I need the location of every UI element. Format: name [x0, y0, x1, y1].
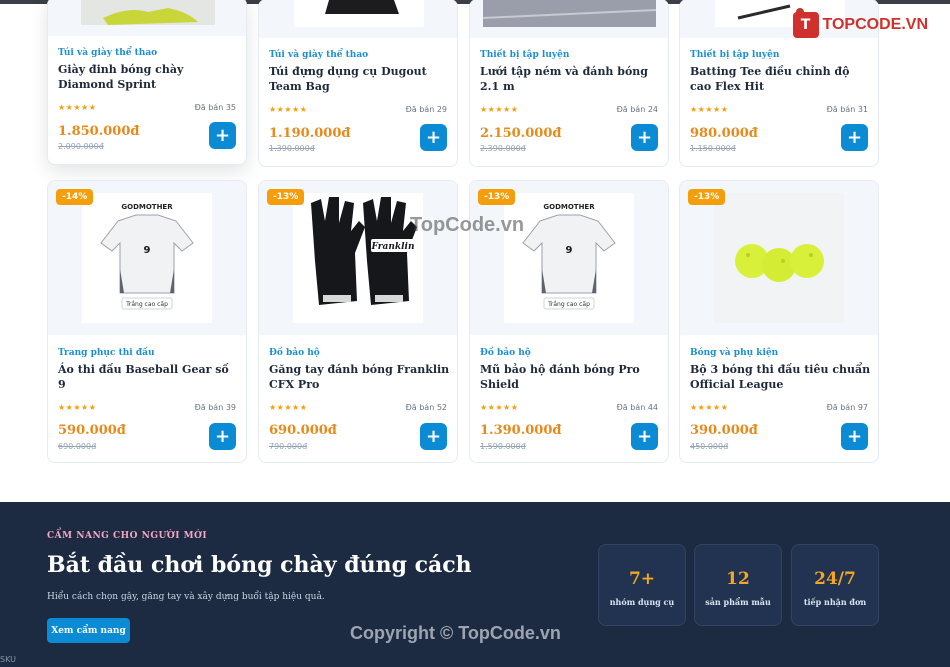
product-title[interactable]: Áo thi đấu Baseball Gear số 9	[58, 362, 240, 392]
sold-count: Đã bán 31	[826, 105, 868, 114]
rating-stars: ★★★★★	[58, 103, 97, 112]
banner-title: Bắt đầu chơi bóng chày đúng cách	[47, 552, 472, 578]
product-category[interactable]: Đồ bảo hộ	[269, 348, 320, 358]
product-title[interactable]: Bộ 3 bóng thi đấu tiêu chuẩn Official Le…	[690, 362, 872, 392]
product-title[interactable]: Batting Tee điều chỉnh độ cao Flex Hit	[690, 64, 872, 94]
old-price: 1.150.000đ	[690, 144, 736, 153]
stat-label: sản phẩm mẫu	[705, 597, 771, 607]
sold-count: Đã bán 35	[194, 103, 236, 112]
copyright-watermark: Copyright © TopCode.vn	[350, 623, 561, 643]
topcode-logo-text: TOPCODE.VN	[822, 16, 929, 33]
sold-count: Đã bán 29	[405, 105, 447, 114]
product-price: 1.390.000đ	[480, 423, 562, 438]
sold-count: Đã bán 97	[826, 403, 868, 412]
stat-value: 12	[726, 569, 750, 589]
discount-badge: -13%	[267, 189, 305, 205]
glove-brand: Franklin	[371, 242, 415, 252]
rating-stars: ★★★★★	[690, 105, 729, 114]
jersey-brand: GODMOTHER	[121, 203, 173, 211]
rating-stars: ★★★★★	[690, 403, 729, 412]
jersey-caption: Trắng cao cấp	[125, 301, 168, 308]
discount-badge: -13%	[478, 189, 516, 205]
add-to-cart-button[interactable]: +	[631, 423, 658, 450]
product-price: 390.000đ	[690, 423, 758, 438]
rating-stars: ★★★★★	[480, 403, 519, 412]
product-image	[470, 0, 668, 38]
product-category[interactable]: Bóng và phụ kiện	[690, 348, 778, 358]
discount-badge: -13%	[688, 189, 726, 205]
product-title[interactable]: Mũ bảo hộ đánh bóng Pro Shield	[480, 362, 662, 392]
product-card[interactable]: Túi và giày thể thao Giày đinh bóng chày…	[47, 0, 247, 165]
add-to-cart-button[interactable]: +	[841, 423, 868, 450]
rating-stars: ★★★★★	[269, 105, 308, 114]
banner-subtitle: Hiểu cách chọn gậy, găng tay và xây dựng…	[47, 592, 325, 602]
view-guide-button[interactable]: Xem cẩm nang	[47, 618, 130, 643]
jersey-number: 9	[144, 245, 151, 256]
product-title[interactable]: Giày đinh bóng chày Diamond Sprint	[58, 62, 240, 92]
sold-count: Đã bán 24	[616, 105, 658, 114]
old-price: 450.000đ	[690, 442, 729, 451]
product-price: 590.000đ	[58, 423, 126, 438]
add-to-cart-button[interactable]: +	[841, 124, 868, 151]
add-to-cart-button[interactable]: +	[420, 124, 447, 151]
stat-card: 12 sản phẩm mẫu	[694, 544, 782, 626]
product-category[interactable]: Trang phục thi đấu	[58, 348, 155, 358]
add-to-cart-button[interactable]: +	[420, 423, 447, 450]
product-category[interactable]: Túi và giày thể thao	[58, 48, 157, 58]
product-category[interactable]: Thiết bị tập luyện	[480, 50, 569, 60]
topcode-logo-icon: T	[792, 12, 819, 38]
jersey-number: 9	[566, 245, 573, 256]
add-to-cart-button[interactable]: +	[209, 423, 236, 450]
product-price: 980.000đ	[690, 126, 758, 141]
stat-value: 24/7	[814, 569, 856, 589]
jersey-caption: Trắng cao cấp	[547, 301, 590, 308]
cleats-image	[81, 0, 215, 25]
sold-count: Đã bán 39	[194, 403, 236, 412]
product-card[interactable]: GODMOTHER 9 Trắng cao cấp -14% Trang phụ…	[47, 180, 247, 463]
product-card[interactable]: Túi và giày thể thao Túi đựng dụng cụ Du…	[258, 0, 458, 167]
product-title[interactable]: Găng tay đánh bóng Franklin CFX Pro	[269, 362, 451, 392]
product-category[interactable]: Đồ bảo hộ	[480, 348, 531, 358]
sold-count: Đã bán 44	[616, 403, 658, 412]
bag-image	[294, 0, 424, 27]
old-price: 1.390.000đ	[269, 144, 315, 153]
stat-value: 7+	[628, 569, 656, 589]
old-price: 2.390.000đ	[480, 144, 526, 153]
watermark-text: TopCode.vn	[410, 214, 525, 236]
rating-stars: ★★★★★	[269, 403, 308, 412]
guide-banner: CẨM NANG CHO NGƯỜI MỚI Bắt đầu chơi bóng…	[0, 502, 950, 667]
product-image	[48, 0, 246, 36]
product-image	[259, 0, 457, 38]
rating-stars: ★★★★★	[58, 403, 97, 412]
product-price: 1.190.000đ	[269, 126, 351, 141]
net-image	[482, 0, 657, 27]
stat-card: 7+ nhóm dụng cụ	[598, 544, 686, 626]
topcode-logo: T TOPCODE.VN	[792, 10, 929, 40]
corner-text: SKU	[0, 655, 16, 664]
old-price: 2.090.000đ	[58, 142, 104, 151]
discount-badge: -14%	[56, 189, 94, 205]
product-price: 690.000đ	[269, 423, 337, 438]
product-title[interactable]: Lưới tập ném và đánh bóng 2.1 m	[480, 64, 662, 94]
product-price: 2.150.000đ	[480, 126, 562, 141]
product-card[interactable]: Thiết bị tập luyện Lưới tập ném và đánh …	[469, 0, 669, 167]
stat-card: 24/7 tiếp nhận đơn	[791, 544, 879, 626]
old-price: 690.000đ	[58, 442, 97, 451]
sold-count: Đã bán 52	[405, 403, 447, 412]
product-category[interactable]: Thiết bị tập luyện	[690, 50, 779, 60]
product-category[interactable]: Túi và giày thể thao	[269, 50, 368, 60]
rating-stars: ★★★★★	[480, 105, 519, 114]
old-price: 1.590.000đ	[480, 442, 526, 451]
stat-label: nhóm dụng cụ	[609, 597, 675, 607]
product-title[interactable]: Túi đựng dụng cụ Dugout Team Bag	[269, 64, 451, 94]
old-price: 790.000đ	[269, 442, 308, 451]
banner-kicker: CẨM NANG CHO NGƯỜI MỚI	[47, 531, 208, 541]
product-card[interactable]: -13% Bóng và phụ kiện Bộ 3 bóng thi đấu …	[679, 180, 879, 463]
add-to-cart-button[interactable]: +	[209, 122, 236, 149]
product-price: 1.850.000đ	[58, 124, 140, 139]
add-to-cart-button[interactable]: +	[631, 124, 658, 151]
stat-label: tiếp nhận đơn	[803, 597, 867, 607]
jersey-brand: GODMOTHER	[543, 203, 595, 211]
